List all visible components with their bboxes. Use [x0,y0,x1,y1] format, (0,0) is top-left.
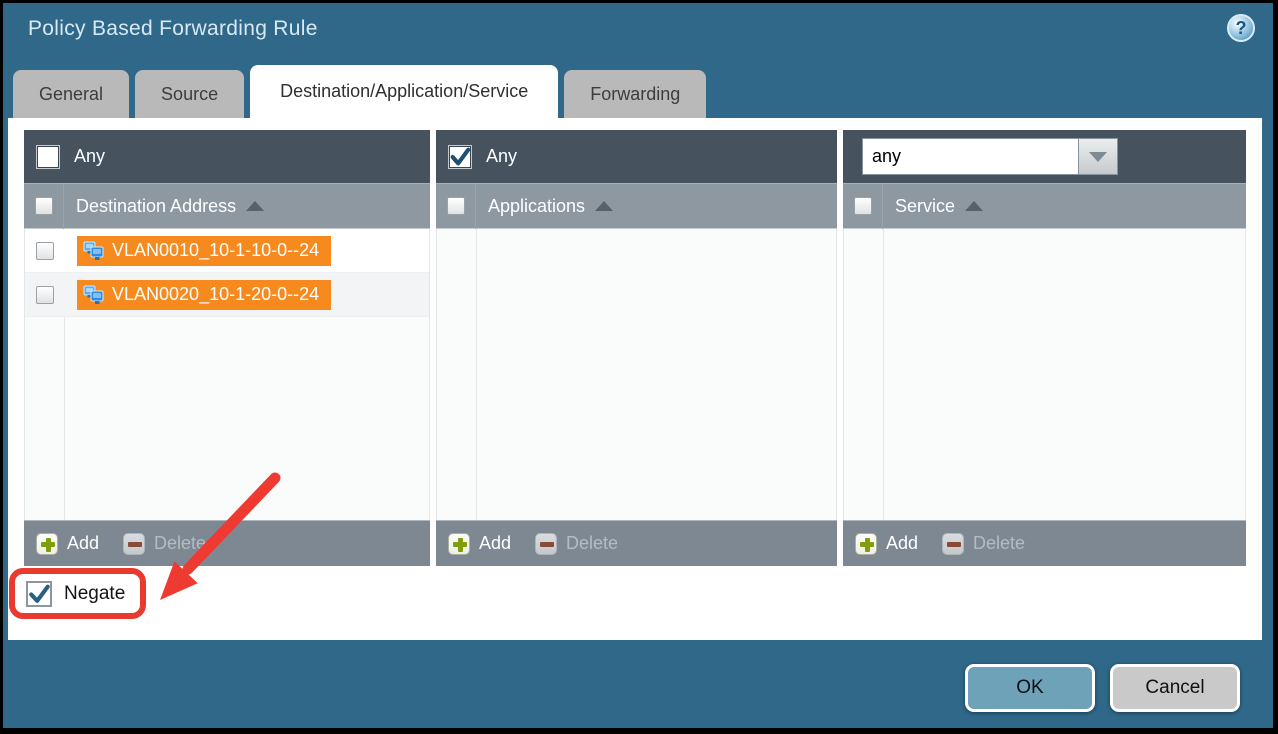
tab-forwarding[interactable]: Forwarding [564,70,706,118]
network-icon [83,241,105,261]
destination-any-checkbox[interactable] [36,145,60,169]
minus-icon [123,533,145,555]
delete-label: Delete [154,533,206,554]
dropdown-button[interactable] [1079,138,1118,175]
tab-general[interactable]: General [13,70,129,118]
address-object-chip[interactable]: VLAN0020_10-1-20-0--24 [77,280,331,310]
tab-destination-application-service[interactable]: Destination/Application/Service [250,65,558,118]
destination-row-checkbox[interactable] [36,242,54,260]
chevron-down-icon [1089,152,1107,162]
destination-address-column: Any Destination Address [24,130,430,566]
applications-select-all-checkbox[interactable] [447,197,465,215]
checkmark-icon [28,582,50,606]
service-footer-bar: Add Delete [843,520,1246,566]
address-object-chip[interactable]: VLAN0010_10-1-10-0--24 [77,236,331,266]
negate-checkbox[interactable] [26,581,52,607]
help-icon[interactable]: ? [1227,14,1255,42]
network-icon [83,285,105,305]
delete-label: Delete [566,533,618,554]
add-label: Add [67,533,99,554]
destination-any-label: Any [74,146,105,167]
address-object-name: VLAN0020_10-1-20-0--24 [112,284,319,305]
applications-delete-button[interactable]: Delete [535,533,618,555]
header-separator [882,184,883,229]
destination-add-button[interactable]: Add [36,533,99,555]
negate-label: Negate [64,583,125,605]
minus-icon [942,533,964,555]
applications-list [436,229,837,520]
applications-any-label: Any [486,146,517,167]
checkmark-icon [449,146,471,168]
destination-address-list: VLAN0010_10-1-10-0--24 [24,229,430,520]
dialog-title: Policy Based Forwarding Rule [28,17,318,41]
destination-address-header-label: Destination Address [76,196,236,217]
applications-footer-bar: Add Delete [436,520,837,566]
sort-ascending-icon [595,201,613,211]
plus-icon [36,533,58,555]
sort-ascending-icon [246,201,264,211]
service-header-label: Service [895,196,955,217]
service-select-all-checkbox[interactable] [854,197,872,215]
help-glyph: ? [1236,18,1247,39]
applications-header-label: Applications [488,196,585,217]
column-separator [476,229,477,520]
service-column: any Service Add [843,130,1246,566]
sort-ascending-icon [965,201,983,211]
plus-icon [448,533,470,555]
add-label: Add [479,533,511,554]
destination-row-checkbox[interactable] [36,286,54,304]
destination-address-header[interactable]: Destination Address [24,184,430,229]
destination-select-all-checkbox[interactable] [35,197,53,215]
applications-add-button[interactable]: Add [448,533,511,555]
policy-based-forwarding-dialog: Policy Based Forwarding Rule ? General S… [3,3,1273,728]
delete-label: Delete [973,533,1025,554]
applications-any-bar: Any [436,130,837,184]
tab-source[interactable]: Source [135,70,244,118]
service-list [843,229,1246,520]
header-separator [63,184,64,229]
ok-button[interactable]: OK [965,664,1095,712]
service-dropdown-value: any [862,138,1079,175]
applications-header[interactable]: Applications [436,184,837,229]
service-any-bar: any [843,130,1246,184]
tab-content-panel: Any Destination Address [8,118,1262,640]
destination-any-bar: Any [24,130,430,184]
destination-row-vlan0020[interactable]: VLAN0020_10-1-20-0--24 [25,273,429,317]
service-dropdown[interactable]: any [862,138,1118,175]
minus-icon [535,533,557,555]
destination-footer-bar: Add Delete [24,520,430,566]
service-add-button[interactable]: Add [855,533,918,555]
tab-bar: General Source Destination/Application/S… [13,66,706,118]
destination-delete-button[interactable]: Delete [123,533,206,555]
add-label: Add [886,533,918,554]
service-delete-button[interactable]: Delete [942,533,1025,555]
plus-icon [855,533,877,555]
service-header[interactable]: Service [843,184,1246,229]
negate-annotation-box: Negate [9,568,146,619]
destination-row-vlan0010[interactable]: VLAN0010_10-1-10-0--24 [25,229,429,273]
applications-column: Any Applications Add Delete [436,130,837,566]
applications-any-checkbox[interactable] [448,145,472,169]
address-object-name: VLAN0010_10-1-10-0--24 [112,240,319,261]
column-separator [883,229,884,520]
header-separator [475,184,476,229]
cancel-button[interactable]: Cancel [1110,664,1240,712]
